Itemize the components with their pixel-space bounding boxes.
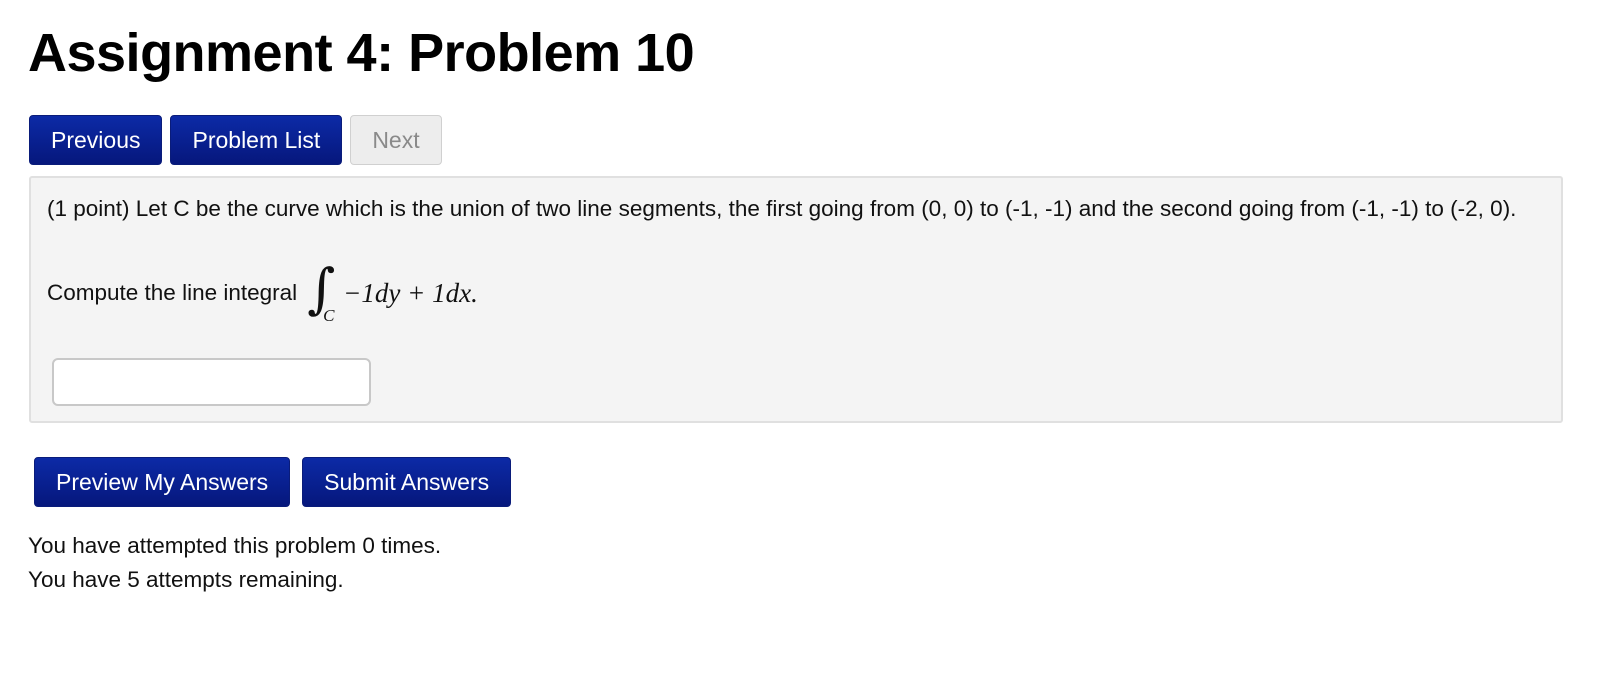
answer-input[interactable]: [52, 358, 371, 406]
next-button: Next: [350, 115, 442, 165]
problem-statement: (1 point) Let C be the curve which is th…: [47, 196, 1517, 221]
compute-prefix: Compute the line integral: [47, 280, 298, 305]
previous-button[interactable]: Previous: [29, 115, 163, 165]
problem-panel: (1 point) Let C be the curve which is th…: [29, 176, 1563, 423]
answer-actions: Preview My Answers Submit Answers: [34, 457, 512, 507]
preview-answers-button[interactable]: Preview My Answers: [34, 457, 291, 507]
integrand: −1dy + 1dx.: [343, 277, 478, 308]
problem-list-button[interactable]: Problem List: [170, 115, 343, 165]
attempts-count-text: You have attempted this problem 0 times.: [28, 533, 442, 558]
submit-answers-button[interactable]: Submit Answers: [302, 457, 512, 507]
attempts-remaining-text: You have 5 attempts remaining.: [28, 567, 344, 592]
integral-subscript: C: [323, 306, 335, 325]
integral-symbol: ∫ C: [305, 257, 339, 328]
problem-navigation: Previous Problem List Next: [29, 115, 442, 165]
page-title: Assignment 4: Problem 10: [28, 23, 695, 83]
line-integral-expression: ∫ C −1dy + 1dx.: [305, 257, 478, 328]
attempt-status: You have attempted this problem 0 times.…: [28, 529, 441, 597]
compute-instruction: Compute the line integral ∫ C −1dy + 1dx…: [47, 257, 478, 328]
